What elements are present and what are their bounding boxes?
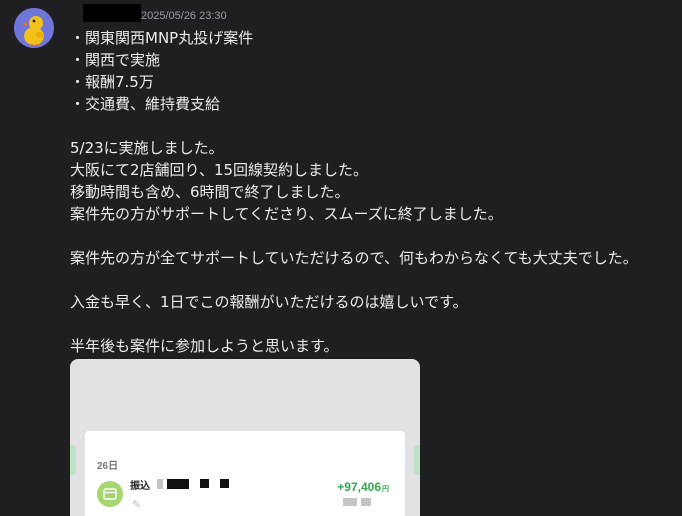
text-line: 案件先の方が全てサポートしていただけるので、何もわからなくても大丈夫でした。 xyxy=(70,249,638,267)
currency-unit: 円 xyxy=(382,486,389,493)
decorative-edge xyxy=(414,445,420,475)
attached-image[interactable]: 26日 振込 ✎ +97,406円 xyxy=(70,359,420,516)
redaction-block xyxy=(200,479,209,488)
wallet-icon xyxy=(97,481,123,507)
text-line: 大阪にて2店舗回り、15回線契約しました。 xyxy=(70,161,369,179)
amount-value: +97,406 xyxy=(337,480,381,494)
duck-avatar-icon xyxy=(14,8,54,48)
text-line: 半年後も案件に参加しようと思います。 xyxy=(70,337,339,355)
message-body: ・関東関西MNP丸投げ案件 ・関西で実施 ・報酬7.5万 ・交通費、維持費支給 … xyxy=(70,27,682,357)
bullet-item: ・報酬7.5万 xyxy=(70,73,154,91)
post-timestamp: 2025/05/26 23:30 xyxy=(141,10,227,22)
redaction-block xyxy=(167,479,189,489)
redaction-block xyxy=(157,479,163,489)
pencil-icon: ✎ xyxy=(132,498,142,511)
text-line: 5/23に実施しました。 xyxy=(70,139,224,157)
text-line: 案件先の方がサポートしてくださり、スムーズに終了しました。 xyxy=(70,205,503,223)
transaction-date: 26日 xyxy=(97,461,119,472)
text-line: 入金も早く、1日でこの報酬がいただけるのは嬉しいです。 xyxy=(70,293,468,311)
user-avatar[interactable] xyxy=(14,8,54,48)
redaction-block xyxy=(220,479,229,488)
bullet-item: ・関西で実施 xyxy=(70,51,161,69)
text-line: 移動時間も含め、6時間で終了しました。 xyxy=(70,183,350,201)
bullet-list: ・関東関西MNP丸投げ案件 ・関西で実施 ・報酬7.5万 ・交通費、維持費支給 xyxy=(70,27,682,115)
bullet-item: ・交通費、維持費支給 xyxy=(70,95,221,113)
paragraph-payment: 入金も早く、1日でこの報酬がいただけるのは嬉しいです。 xyxy=(70,291,682,313)
paragraph-report: 5/23に実施しました。 大阪にて2店舗回り、15回線契約しました。 移動時間も… xyxy=(70,137,682,225)
bullet-item: ・関東関西MNP丸投げ案件 xyxy=(70,29,254,47)
transaction-card: 26日 振込 ✎ +97,406円 xyxy=(85,431,405,516)
redaction-block xyxy=(343,498,357,506)
username-redacted xyxy=(83,4,141,22)
paragraph-future: 半年後も案件に参加しようと思います。 xyxy=(70,335,682,357)
transaction-amount: +97,406円 xyxy=(337,480,389,494)
paragraph-support: 案件先の方が全てサポートしていただけるので、何もわからなくても大丈夫でした。 xyxy=(70,247,682,269)
redaction-block xyxy=(361,498,371,506)
transaction-label: 振込 xyxy=(130,481,150,492)
decorative-edge xyxy=(70,445,76,475)
